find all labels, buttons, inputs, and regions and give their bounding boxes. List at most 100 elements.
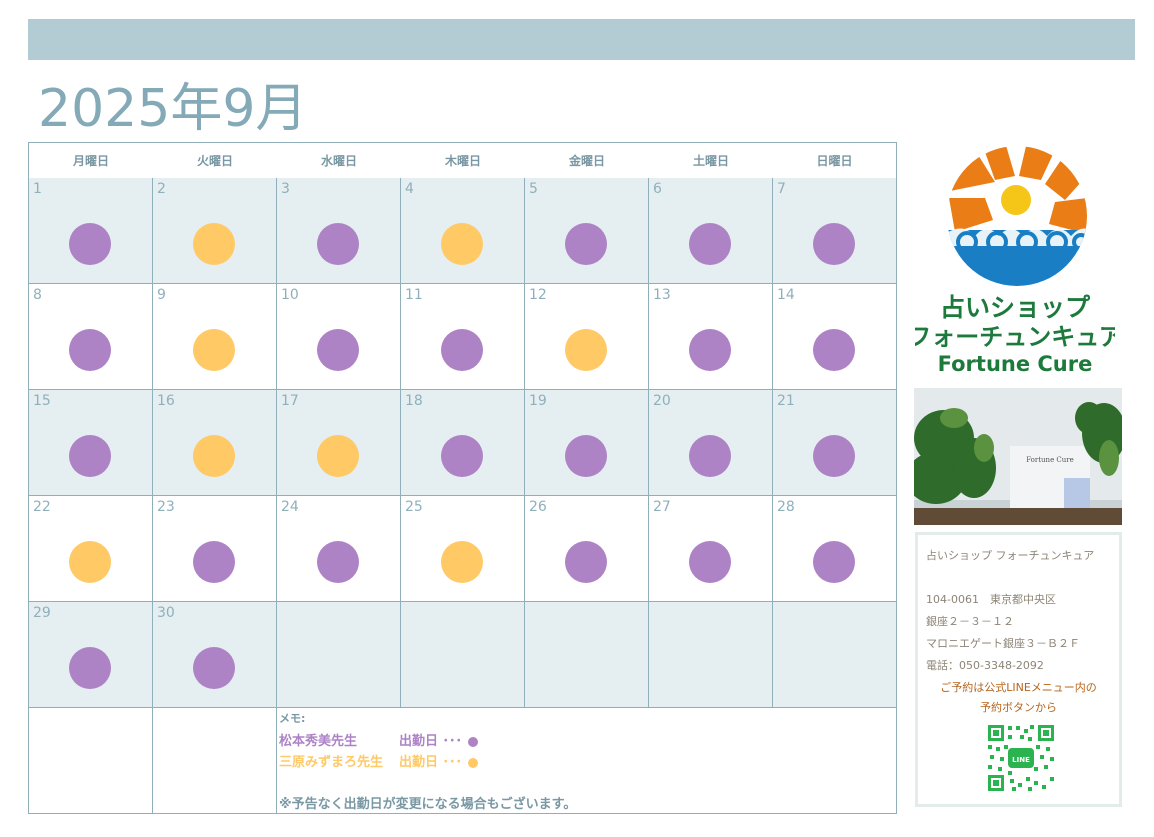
purple-workday-dot [69, 647, 111, 689]
day-cell-19[interactable]: 19 [525, 390, 649, 496]
day-number: 14 [777, 287, 795, 303]
purple-workday-dot [317, 329, 359, 371]
day-cell-3[interactable]: 3 [277, 178, 401, 284]
day-cell-8[interactable]: 8 [29, 284, 153, 390]
day-cell-14[interactable]: 14 [773, 284, 896, 390]
day-number: 3 [281, 181, 290, 197]
shop-name: 占いショップ フォーチュンキュア [926, 549, 1095, 562]
day-cell-27[interactable]: 27 [649, 496, 773, 602]
day-number: 25 [405, 499, 423, 515]
purple-workday-dot [689, 435, 731, 477]
day-cell-24[interactable]: 24 [277, 496, 401, 602]
shop-address-line-2: 銀座２－３－１２ [926, 615, 1014, 628]
day-cell-4[interactable]: 4 [401, 178, 525, 284]
purple-workday-dot [441, 329, 483, 371]
memo-row-empty-cell [153, 708, 277, 813]
weekday-7: 日曜日 [816, 154, 853, 168]
day-cell-18[interactable]: 18 [401, 390, 525, 496]
memo-note: ※予告なく出勤日が変更になる場合もございます。 [279, 797, 577, 812]
day-number: 10 [281, 287, 299, 303]
logo-line-1: 占いショップ [940, 293, 1091, 322]
shop-photo: Fortune Cure [914, 388, 1122, 525]
empty-day-cell[interactable] [401, 602, 525, 708]
day-cell-16[interactable]: 16 [153, 390, 277, 496]
day-cell-28[interactable]: 28 [773, 496, 896, 602]
header-bar [28, 19, 1135, 60]
day-cell-30[interactable]: 30 [153, 602, 277, 708]
purple-workday-dot [193, 541, 235, 583]
memo-line-mihara: 三原みずまろ先生 出勤日 ･･･ [279, 751, 479, 770]
day-cell-26[interactable]: 26 [525, 496, 649, 602]
day-number: 12 [529, 287, 547, 303]
shop-address-line-1: 104-0061 東京都中央区 [926, 593, 1056, 606]
purple-workday-dot [565, 435, 607, 477]
day-cell-23[interactable]: 23 [153, 496, 277, 602]
day-cell-13[interactable]: 13 [649, 284, 773, 390]
empty-day-cell[interactable] [773, 602, 896, 708]
day-number: 4 [405, 181, 414, 197]
empty-day-cell[interactable] [525, 602, 649, 708]
purple-workday-dot [565, 541, 607, 583]
day-cell-25[interactable]: 25 [401, 496, 525, 602]
day-number: 17 [281, 393, 299, 409]
shop-phone: 電話：050-3348-2092 [926, 659, 1044, 672]
memo-workday-text: 出勤日 ･･･ [399, 755, 463, 770]
memo-workday-text: 出勤日 ･･･ [399, 734, 463, 749]
weekday-2: 火曜日 [196, 154, 233, 168]
day-number: 19 [529, 393, 547, 409]
day-cell-17[interactable]: 17 [277, 390, 401, 496]
calendar-grid: 月曜日 火曜日 水曜日 木曜日 金曜日 土曜日 日曜日 メモ: 松本秀美先生 出勤日 ･･･ … [28, 142, 897, 814]
day-cell-5[interactable]: 5 [525, 178, 649, 284]
purple-workday-dot [689, 329, 731, 371]
day-cell-1[interactable]: 1 [29, 178, 153, 284]
purple-workday-dot [193, 647, 235, 689]
purple-workday-dot [69, 435, 111, 477]
day-cell-10[interactable]: 10 [277, 284, 401, 390]
day-cell-12[interactable]: 12 [525, 284, 649, 390]
day-cell-9[interactable]: 9 [153, 284, 277, 390]
empty-day-cell[interactable] [649, 602, 773, 708]
shop-address-line-3: マロニエゲート銀座３－Ｂ２Ｆ [926, 637, 1080, 650]
qr-line-label: LINE [1012, 756, 1030, 764]
memo-teacher-name: 松本秀美先生 [279, 734, 358, 749]
yellow-workday-dot [441, 223, 483, 265]
day-number: 20 [653, 393, 671, 409]
day-cell-2[interactable]: 2 [153, 178, 277, 284]
day-cell-6[interactable]: 6 [649, 178, 773, 284]
day-cell-11[interactable]: 11 [401, 284, 525, 390]
shop-logo: 占いショップ フォーチュンキュア Fortune Cure [907, 142, 1123, 377]
day-cell-22[interactable]: 22 [29, 496, 153, 602]
logo-line-2: フォーチュンキュア [915, 323, 1115, 351]
day-cell-29[interactable]: 29 [29, 602, 153, 708]
day-number: 28 [777, 499, 795, 515]
memo-line-matsumoto: 松本秀美先生 出勤日 ･･･ [279, 730, 479, 749]
day-cell-15[interactable]: 15 [29, 390, 153, 496]
yellow-workday-dot [193, 223, 235, 265]
empty-day-cell[interactable] [277, 602, 401, 708]
purple-workday-dot [317, 223, 359, 265]
purple-workday-dot [813, 329, 855, 371]
day-cell-7[interactable]: 7 [773, 178, 896, 284]
day-number: 13 [653, 287, 671, 303]
sun-wave-logo-icon: 占いショップ フォーチュンキュア Fortune Cure [907, 146, 1123, 376]
memo-label: メモ: [279, 712, 306, 725]
photo-sign-text: Fortune Cure [1026, 456, 1074, 464]
reserve-note-line-2: 予約ボタンから [980, 701, 1057, 714]
shop-info-card: 占いショップ フォーチュンキュア 104-0061 東京都中央区 銀座２－３－１… [915, 532, 1122, 807]
day-number: 9 [157, 287, 166, 303]
day-number: 27 [653, 499, 671, 515]
reserve-note-line-1: ご予約は公式LINEメニュー内の [940, 681, 1097, 694]
qr-code-icon: LINE [986, 723, 1056, 793]
purple-workday-dot [441, 435, 483, 477]
day-cell-21[interactable]: 21 [773, 390, 896, 496]
day-number: 26 [529, 499, 547, 515]
yellow-workday-dot [193, 329, 235, 371]
memo-teacher-name: 三原みずまろ先生 [279, 755, 384, 770]
line-qr-code[interactable]: LINE [986, 723, 1056, 793]
shop-interior-image: Fortune Cure [914, 388, 1122, 525]
memo-row-empty-cell [29, 708, 153, 813]
day-cell-20[interactable]: 20 [649, 390, 773, 496]
day-number: 21 [777, 393, 795, 409]
weekday-4: 木曜日 [444, 154, 481, 168]
purple-workday-dot [689, 541, 731, 583]
